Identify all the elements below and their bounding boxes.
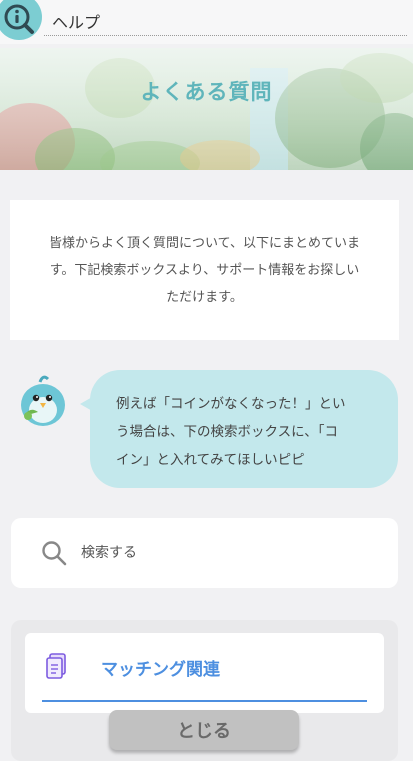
bird-mascot-icon: [14, 372, 72, 430]
intro-text-box: 皆様からよく頂く質問について、以下にまとめていま す。下記検索ボックスより、サポ…: [10, 200, 399, 340]
category-underline: [42, 700, 367, 702]
bubble-line: 例えば「コインがなくなった！」とい: [116, 396, 346, 412]
header-bar: ヘルプ: [0, 0, 413, 44]
search-input[interactable]: [81, 540, 371, 566]
document-icon: [45, 653, 69, 683]
intro-line: ただけます。: [166, 290, 243, 305]
faq-banner: よくある質問: [0, 48, 413, 170]
faq-title: よくある質問: [140, 80, 273, 104]
search-icon: [41, 540, 67, 570]
bubble-line: イン」と入れてみてほしいピピ: [116, 452, 305, 468]
info-icon: [0, 0, 42, 40]
header-divider: [44, 35, 407, 36]
bubble-line: う場合は、下の検索ボックスに、「コ: [116, 424, 338, 440]
intro-line: 皆様からよく頂く質問について、以下にまとめていま: [49, 236, 360, 251]
category-item-matching[interactable]: マッチング関連: [25, 633, 384, 713]
mascot-speech-bubble: 例えば「コインがなくなった！」とい う場合は、下の検索ボックスに、「コ イン」と…: [90, 370, 398, 488]
page-title: ヘルプ: [52, 13, 101, 32]
search-box[interactable]: [11, 518, 398, 588]
close-button[interactable]: とじる: [109, 710, 299, 750]
intro-line: す。下記検索ボックスより、サポート情報をお探しい: [49, 263, 360, 278]
category-label: マッチング関連: [101, 660, 220, 680]
